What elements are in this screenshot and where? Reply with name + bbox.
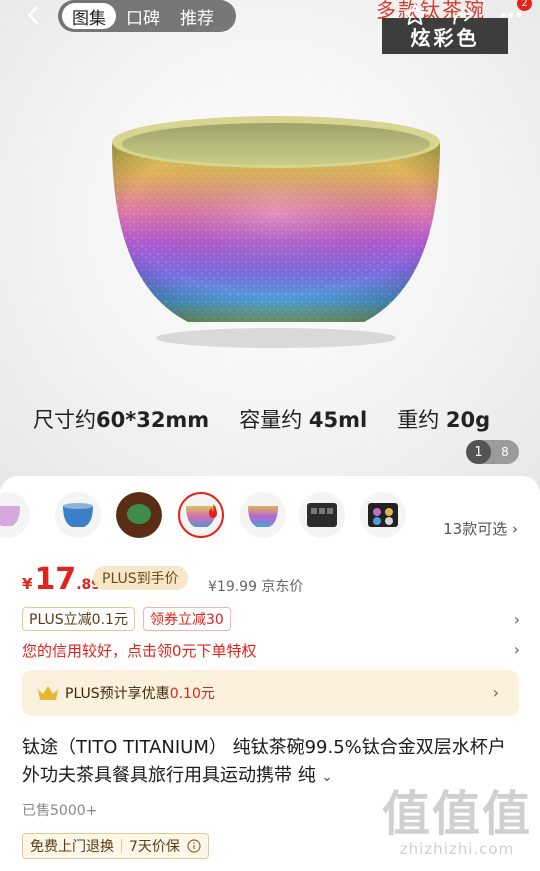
top-actions: 2 — [400, 0, 532, 30]
product-image-gallery[interactable]: 多款钛茶碗 炫彩色 尺寸约60*32mm 容量约 45ml 重约 20g 1 8… — [0, 0, 540, 490]
product-title[interactable]: 钛途（TITO TITANIUM） 纯钛茶碗99.5%钛合金双层水杯户外功夫茶具… — [22, 734, 522, 792]
image-index: 1 — [466, 440, 491, 464]
star-icon[interactable] — [400, 0, 430, 30]
volume-spec: 容量约 45ml — [239, 408, 368, 432]
notification-badge: 2 — [517, 0, 532, 11]
credit-privilege-link[interactable]: 您的信用较好，点击领0元下单特权 — [22, 640, 257, 661]
currency-symbol: ¥ — [22, 575, 33, 593]
info-icon[interactable] — [187, 839, 201, 853]
gallery-tabs: 图集 口碑 推荐 — [58, 0, 236, 32]
sold-count: 已售5000+ — [22, 803, 98, 819]
image-total: 8 — [501, 445, 509, 459]
service-guarantees[interactable]: 免费上门退换 7天价保 — [22, 833, 209, 859]
variant-thumb[interactable] — [55, 492, 101, 538]
chevron-right-icon[interactable]: › — [514, 610, 520, 629]
tab-recommend[interactable]: 推荐 — [170, 3, 224, 29]
jd-price: ¥19.99 京东价 — [208, 579, 304, 595]
service-free-return: 免费上门退换 — [30, 839, 114, 855]
variant-thumb[interactable] — [240, 492, 286, 538]
watermark: 值值值 zhizhizhi.com — [381, 786, 532, 858]
chevron-right-icon: › — [492, 683, 499, 702]
service-price-protect: 7天价保 — [129, 839, 180, 855]
tab-gallery[interactable]: 图集 — [62, 3, 116, 29]
chevron-right-icon[interactable]: › — [514, 640, 520, 659]
expand-chevron-icon[interactable]: ⌄ — [321, 770, 332, 785]
share-icon[interactable] — [448, 0, 478, 30]
top-bar: 图集 口碑 推荐 2 — [0, 0, 540, 32]
weight-spec: 重约 20g — [397, 408, 491, 432]
crown-icon — [38, 686, 58, 700]
product-photo-bowl — [108, 108, 444, 350]
variant-thumb[interactable] — [116, 492, 162, 538]
spec-line: 尺寸约60*32mm 容量约 45ml 重约 20g — [33, 404, 490, 434]
more-icon[interactable]: 2 — [496, 0, 532, 30]
plus-price-pill: PLUS到手价 — [93, 566, 188, 590]
image-counter: 1 8 — [466, 440, 519, 464]
price: ¥ 17 .89 — [22, 562, 101, 597]
variant-thumb[interactable] — [0, 492, 30, 538]
promotion-tags[interactable]: PLUS立减0.1元 领券立减30 — [22, 607, 231, 631]
plus-discount-tag: PLUS立减0.1元 — [22, 607, 135, 631]
variant-thumb[interactable] — [360, 492, 406, 538]
variant-selector: 13款可选 › — [0, 492, 540, 538]
variant-count-link[interactable]: 13款可选 › — [443, 518, 518, 539]
coupon-tag: 领券立减30 — [142, 607, 231, 631]
size-spec: 尺寸约60*32mm — [33, 408, 210, 432]
product-info-card: 13款可选 › ¥ 17 .89 PLUS到手价 ¥19.99 京东价 PLUS… — [0, 476, 540, 871]
price-integer: 17 — [34, 562, 77, 597]
plus-savings-banner[interactable]: PLUS预计享优惠0.10元 › — [22, 670, 519, 716]
plus-savings-text: PLUS预计享优惠0.10元 — [65, 686, 215, 702]
hot-icon — [209, 504, 217, 518]
back-icon[interactable] — [18, 0, 48, 30]
variant-thumb[interactable] — [299, 492, 345, 538]
tab-reviews[interactable]: 口碑 — [116, 3, 170, 29]
